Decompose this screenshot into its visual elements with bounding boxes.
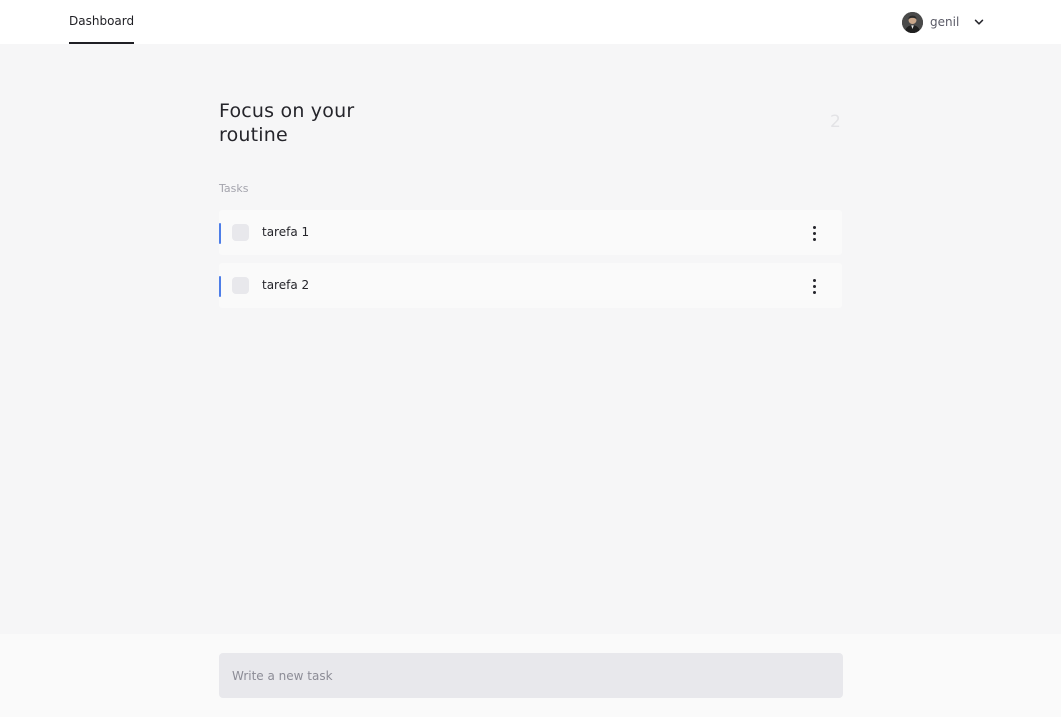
tab-dashboard[interactable]: Dashboard — [69, 0, 135, 44]
task-accent-bar — [219, 223, 221, 244]
user-name: genil — [930, 15, 960, 29]
task-label: tarefa 1 — [262, 225, 310, 239]
user-avatar-photo — [902, 11, 923, 33]
task-count: 2 — [830, 112, 841, 132]
top-navigation-bar: Dashboard genil — [0, 0, 1061, 44]
task-item[interactable]: tarefa 1 — [219, 210, 842, 255]
chevron-down-icon[interactable] — [973, 16, 985, 28]
more-vertical-icon[interactable] — [808, 275, 820, 297]
task-label: tarefa 2 — [262, 278, 310, 292]
task-item[interactable]: tarefa 2 — [219, 263, 842, 308]
task-accent-bar — [219, 276, 221, 297]
task-checkbox[interactable] — [232, 224, 249, 241]
task-checkbox[interactable] — [232, 277, 249, 294]
user-menu[interactable]: genil — [902, 11, 985, 33]
new-task-footer — [0, 634, 1061, 717]
task-list: tarefa 1 tarefa 2 — [219, 210, 842, 316]
avatar[interactable] — [902, 11, 923, 33]
more-vertical-icon[interactable] — [808, 222, 820, 244]
dashboard-main: Focus on your routine 2 Tasks tarefa 1 t… — [0, 44, 1061, 634]
tasks-section-label: Tasks — [219, 182, 249, 195]
page-title: Focus on your routine — [219, 100, 355, 146]
new-task-input[interactable] — [219, 653, 843, 698]
